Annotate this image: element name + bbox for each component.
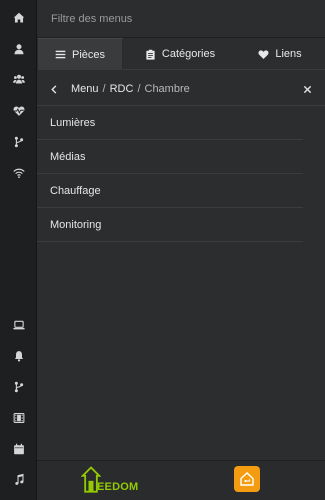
search-bar (37, 0, 325, 38)
users-icon[interactable] (0, 64, 37, 94)
menu-item-monitoring[interactable]: Monitoring (37, 208, 303, 242)
breadcrumb-item-chambre: Chambre (144, 83, 190, 95)
tab-label: Liens (275, 48, 302, 60)
music-icon[interactable] (0, 464, 37, 494)
laptop-icon[interactable] (0, 310, 37, 340)
breadcrumb-path: Menu / RDC / Chambre (71, 72, 190, 106)
branch-icon[interactable] (0, 127, 37, 157)
icon-rail (0, 0, 37, 500)
breadcrumb-item-rdc[interactable]: RDC (110, 83, 134, 95)
close-button[interactable] (299, 81, 315, 97)
breadcrumb-separator: / (137, 83, 141, 95)
menu-list: Lumières Médias Chauffage Monitoring (37, 106, 303, 242)
menu-item-chauffage[interactable]: Chauffage (37, 174, 303, 208)
menu-item-medias[interactable]: Médias (37, 140, 303, 174)
tab-bar: Pièces Catégories Liens (37, 38, 325, 70)
tab-label: Catégories (161, 48, 216, 60)
chevron-left-icon (50, 84, 56, 94)
clipboard-icon (146, 49, 155, 60)
calendar-icon[interactable] (0, 434, 37, 464)
menu-item-lumieres[interactable]: Lumières (37, 106, 303, 140)
heartbeat-icon[interactable] (0, 96, 37, 126)
breadcrumb-separator: / (102, 83, 106, 95)
wifi-icon[interactable] (0, 158, 37, 188)
tab-pieces[interactable]: Pièces (37, 38, 123, 70)
footer-bar: EEDOM (37, 460, 325, 500)
user-icon[interactable] (0, 34, 37, 64)
breadcrumb: Menu / RDC / Chambre (37, 72, 325, 106)
jeedom-logo[interactable]: EEDOM (81, 465, 151, 497)
tab-liens[interactable]: Liens (235, 38, 325, 70)
bell-icon[interactable] (0, 341, 37, 371)
menu-filter-input[interactable] (37, 0, 325, 38)
tab-label: Pièces (71, 48, 106, 61)
app-home-button[interactable] (234, 466, 260, 492)
film-icon[interactable] (0, 403, 37, 433)
logo-text: EEDOM (97, 481, 139, 493)
smart-home-icon (240, 472, 254, 486)
heart-icon (258, 49, 269, 59)
branch-icon[interactable] (0, 372, 37, 402)
menu-panel: Pièces Catégories Liens Menu / RDC / Cha… (37, 0, 325, 460)
breadcrumb-item-menu[interactable]: Menu (71, 83, 99, 95)
close-icon (303, 85, 311, 93)
list-icon (55, 50, 66, 59)
back-button[interactable] (46, 81, 62, 97)
tab-categories[interactable]: Catégories (125, 38, 235, 70)
home-icon[interactable] (0, 3, 37, 33)
